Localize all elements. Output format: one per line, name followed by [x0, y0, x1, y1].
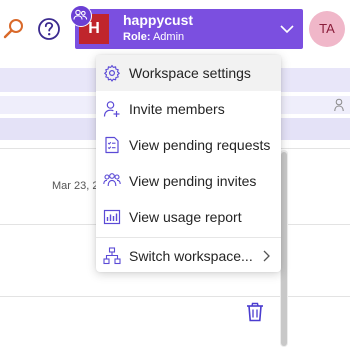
help-button[interactable] — [37, 17, 61, 41]
shared-workspace-badge — [70, 5, 92, 27]
menu-item-switch-workspace[interactable]: Switch workspace... — [96, 238, 281, 274]
menu-item-invite-members[interactable]: Invite members — [96, 91, 281, 127]
chevron-down-icon — [280, 25, 294, 34]
workspace-role: Role: Admin — [123, 31, 184, 43]
divider — [0, 296, 350, 297]
workspace-switcher[interactable]: H happycust Role: Admin — [75, 9, 303, 49]
role-label: Role: — [123, 31, 151, 43]
help-icon — [38, 18, 60, 40]
person-add-icon — [103, 101, 120, 117]
workspace-name: happycust — [123, 12, 194, 28]
workspace-menu: Workspace settings Invite members View p… — [96, 55, 281, 272]
chart-icon — [103, 209, 121, 225]
menu-item-label: Switch workspace... — [129, 248, 253, 264]
org-chart-icon — [103, 247, 121, 265]
menu-item-label: Workspace settings — [129, 65, 251, 81]
menu-item-view-pending-requests[interactable]: View pending requests — [96, 127, 281, 163]
date-text: Mar 23, 2 — [52, 180, 99, 192]
gear-icon — [104, 64, 120, 82]
menu-item-view-pending-invites[interactable]: View pending invites — [96, 163, 281, 199]
menu-item-label: View pending invites — [129, 173, 257, 189]
menu-item-label: View usage report — [129, 209, 242, 225]
app-root: H happycust Role: Admin TA Mar 23, 2 Wor… — [0, 0, 350, 347]
menu-item-label: Invite members — [129, 101, 225, 117]
document-checklist-icon — [105, 136, 119, 154]
menu-item-view-usage-report[interactable]: View usage report — [96, 199, 281, 235]
scrollbar-thumb[interactable] — [281, 152, 287, 346]
people-icon — [103, 173, 121, 187]
chevron-right-icon — [263, 250, 270, 262]
menu-item-label: View pending requests — [129, 137, 271, 153]
menu-item-workspace-settings[interactable]: Workspace settings — [96, 55, 281, 91]
people-icon — [73, 9, 88, 20]
search-button[interactable] — [2, 16, 26, 40]
user-avatar[interactable]: TA — [309, 11, 345, 47]
role-value: Admin — [152, 31, 185, 43]
search-icon — [3, 19, 23, 39]
trash-icon — [247, 302, 263, 322]
delete-button[interactable] — [246, 302, 264, 322]
top-bar: H happycust Role: Admin TA — [0, 0, 350, 62]
person-icon — [334, 98, 344, 112]
